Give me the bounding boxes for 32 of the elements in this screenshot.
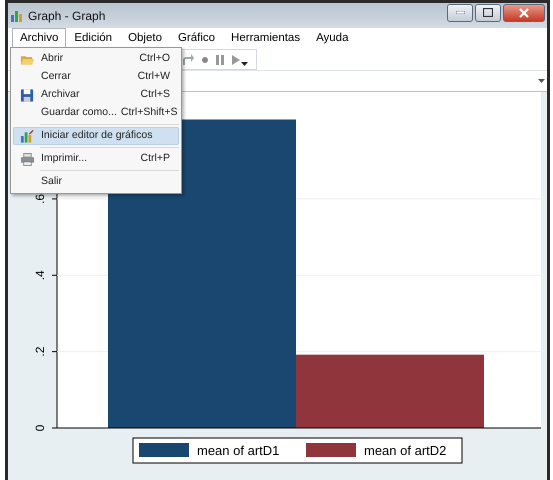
menu-item[interactable]: Archivo [12,28,66,49]
bar-chart-icon [20,128,35,144]
close-button[interactable] [503,4,545,22]
tick-label: 0 [33,424,47,432]
pause-icon[interactable] [216,54,224,64]
printer-icon [20,152,35,166]
menu-option[interactable]: Salir [13,173,179,191]
redo-icon[interactable] [182,54,194,66]
menu-item[interactable]: Herramientas [223,28,308,49]
tick-label: .4 [33,270,47,280]
menu-option[interactable]: Guardar como... Ctrl+Shift+S [13,104,179,122]
minimize-button[interactable] [447,4,473,22]
menu-item[interactable]: Edición [66,28,120,49]
menu-option[interactable]: Archivar Ctrl+S [13,86,179,104]
menu-option[interactable]: Imprimir... Ctrl+P [13,150,179,168]
window-title: Graph - Graph [28,8,106,24]
bar-chart-icon [10,9,24,22]
menu-item[interactable]: Objeto [120,28,170,49]
legend-label: mean of artD1 [197,443,280,458]
record-icon[interactable] [202,56,208,62]
menu-option[interactable]: Iniciar editor de gráficos [13,127,179,145]
minimize-icon [456,11,464,14]
tick-label: .2 [33,346,47,357]
maximize-icon [483,8,493,17]
close-icon [519,8,529,18]
menu-item[interactable]: Gráfico [170,28,224,49]
tick-label: .6 [33,194,47,204]
dropdown-caret-icon[interactable] [538,79,545,83]
caret-icon[interactable] [241,62,248,66]
maximize-button[interactable] [475,4,501,22]
legend-label: mean of artD2 [364,443,446,458]
menu-item[interactable]: Ayuda [308,28,356,49]
